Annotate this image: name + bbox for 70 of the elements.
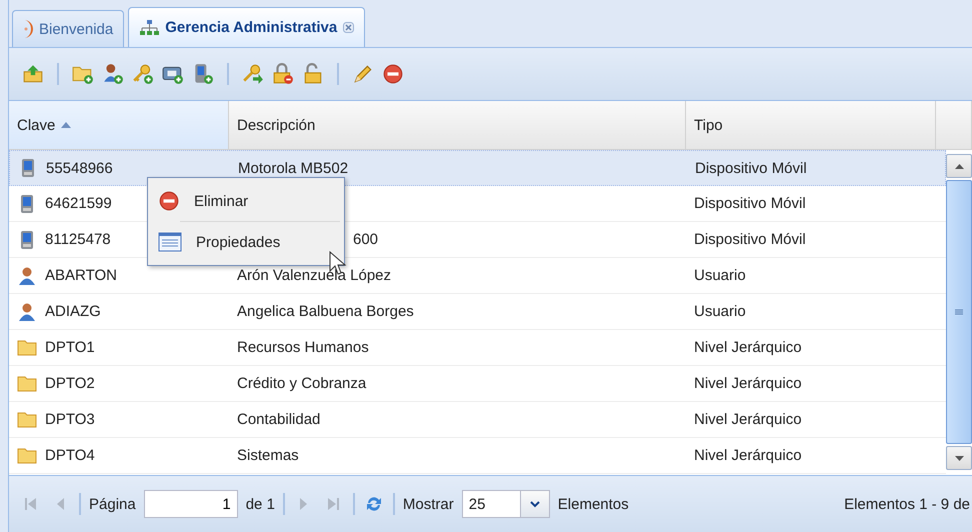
table-cell: ADIAZG xyxy=(45,303,101,320)
table-row[interactable]: DPTO3 Contabilidad Nivel Jerárquico xyxy=(9,402,946,438)
column-header[interactable]: Descripción xyxy=(229,101,686,149)
first-page-icon xyxy=(24,498,36,510)
page-count: de 1 xyxy=(246,496,275,512)
table-cell: ABARTON xyxy=(45,267,117,284)
table-cell: Dispositivo Móvil xyxy=(695,160,807,176)
key-arrow-button[interactable] xyxy=(241,62,265,86)
table-cell: Recursos Humanos xyxy=(237,339,369,356)
list-icon xyxy=(158,232,182,252)
user-icon xyxy=(17,302,37,322)
previous-page-icon xyxy=(56,498,64,510)
close-icon[interactable] xyxy=(343,22,354,33)
key-add-button[interactable] xyxy=(131,62,155,86)
table-row[interactable]: DPTO2 Crédito y Cobranza Nivel Jerárquico xyxy=(9,366,946,402)
crescent-logo-icon xyxy=(23,20,33,38)
delete-icon xyxy=(158,190,180,212)
table-cell: Angelica Balbuena Borges xyxy=(237,303,414,320)
paging-summary: Elementos 1 - 9 de xyxy=(844,496,971,512)
show-label: Mostrar xyxy=(402,496,454,512)
next-page-icon xyxy=(300,498,308,510)
scroll-up-button[interactable] xyxy=(946,154,972,178)
folder-icon xyxy=(17,338,37,358)
table-cell: 55548966 xyxy=(46,160,113,176)
table-cell: Dispositivo Móvil xyxy=(694,231,806,248)
table-cell: 81125478 xyxy=(45,231,111,248)
table-cell: 600 xyxy=(353,231,378,248)
items-label: Elementos xyxy=(558,496,629,512)
table-cell: Nivel Jerárquico xyxy=(694,447,802,464)
delete-button[interactable] xyxy=(381,62,405,86)
page-size-dropdown[interactable]: 25 xyxy=(462,490,550,518)
table-row[interactable]: ADIAZG Angelica Balbuena Borges Usuario xyxy=(9,294,946,330)
table-cell: 64621599 xyxy=(45,195,112,212)
folder-icon xyxy=(17,410,37,430)
scrollbar-thumb[interactable] xyxy=(946,180,972,444)
table-cell: Dispositivo Móvil xyxy=(694,195,806,212)
table-cell: Crédito y Cobranza xyxy=(237,375,366,392)
table-cell: DPTO2 xyxy=(45,375,95,392)
page-input[interactable]: 1 xyxy=(144,490,238,518)
triangle-up-icon xyxy=(954,164,964,168)
table-cell: Nivel Jerárquico xyxy=(694,339,802,356)
page-label: Página xyxy=(89,496,136,512)
chevron-down-icon xyxy=(530,500,540,508)
table-cell: Motorola MB502 xyxy=(238,160,348,176)
triangle-down-icon xyxy=(954,456,964,460)
last-page-icon xyxy=(328,498,340,510)
column-header[interactable]: Tipo xyxy=(686,101,936,149)
hierarchy-icon xyxy=(139,18,160,36)
scroll-down-button[interactable] xyxy=(946,446,972,470)
table-cell: DPTO3 xyxy=(45,411,95,428)
table-row[interactable]: DPTO4 Sistemas Nivel Jerárquico xyxy=(9,438,946,474)
table-cell: Sistemas xyxy=(237,447,299,464)
tab[interactable]: Gerencia Administrativa xyxy=(128,7,366,47)
folder-icon xyxy=(17,446,37,466)
table-cell: Nivel Jerárquico xyxy=(694,411,802,428)
folder-icon xyxy=(17,374,37,394)
tab[interactable]: Bienvenida xyxy=(12,10,124,47)
table-cell: Nivel Jerárquico xyxy=(694,375,802,392)
sort-ascending-icon xyxy=(61,122,72,128)
column-header[interactable]: Clave xyxy=(9,101,229,149)
user-icon xyxy=(17,266,37,286)
table-cell: Contabilidad xyxy=(237,411,320,428)
table-cell: Arón Valenzuela López xyxy=(237,267,391,284)
table-cell: DPTO1 xyxy=(45,339,95,356)
table-row[interactable]: 55548966 Motorola MB502 Dispositivo Móvil xyxy=(9,150,946,186)
table-cell: Usuario xyxy=(694,303,746,320)
table-row[interactable]: DPTO1 Recursos Humanos Nivel Jerárquico xyxy=(9,330,946,366)
lock-minus-button[interactable] xyxy=(271,62,295,86)
table-cell: DPTO4 xyxy=(45,447,95,464)
table-cell: Usuario xyxy=(694,267,746,284)
